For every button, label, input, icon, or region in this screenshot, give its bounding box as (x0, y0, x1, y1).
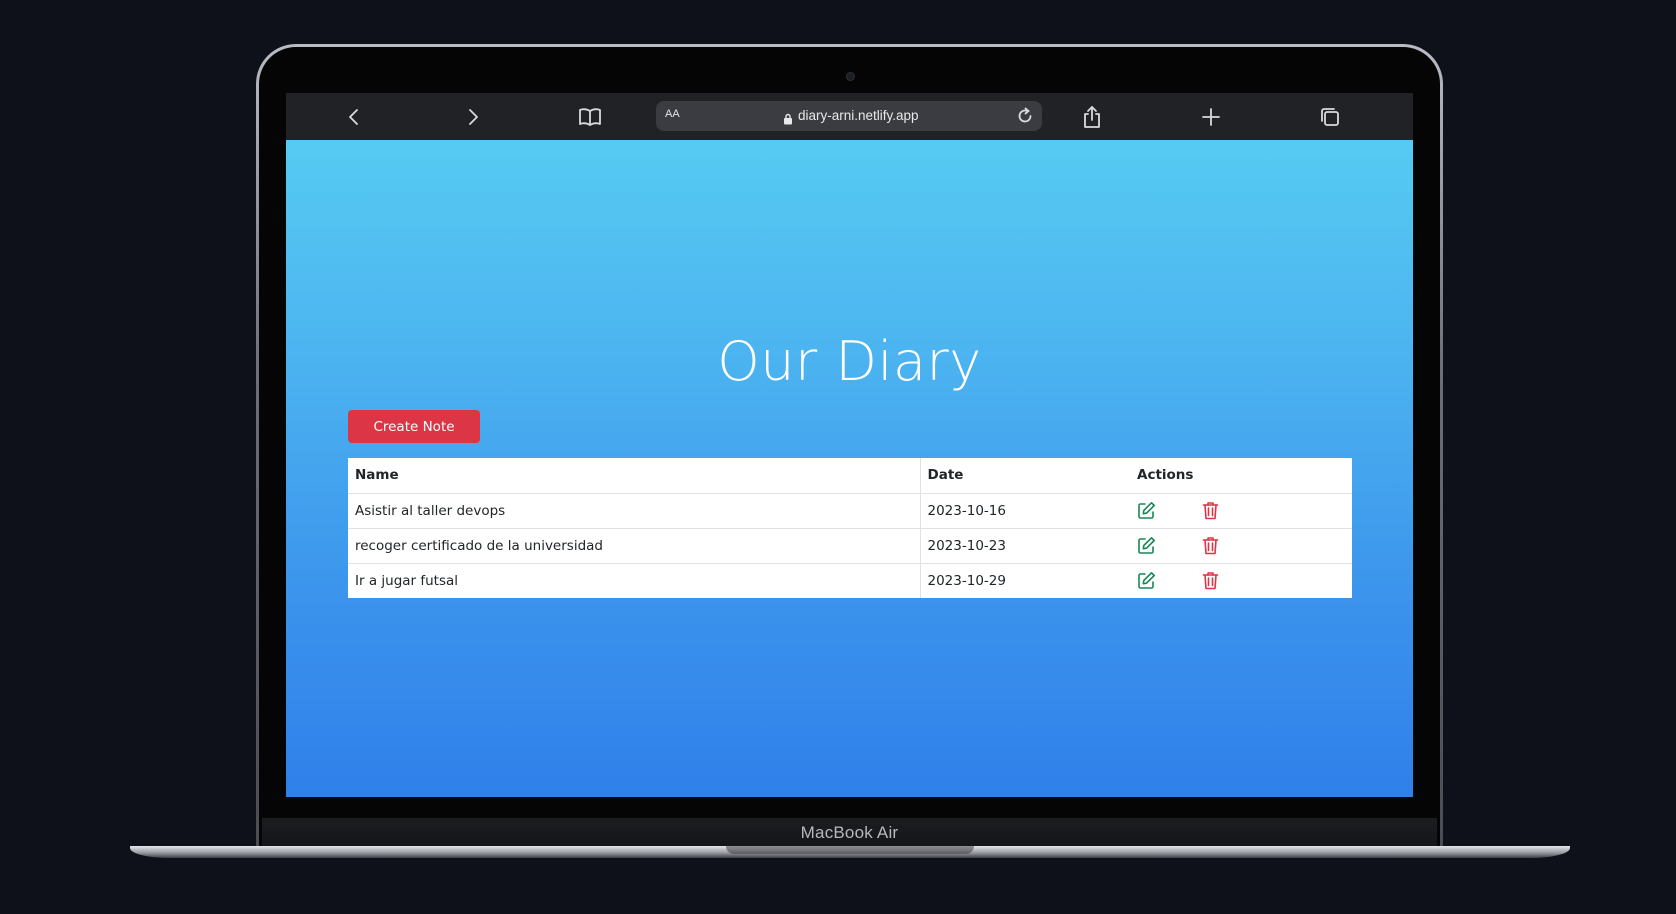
lock-icon (783, 110, 793, 129)
edit-icon[interactable] (1137, 536, 1156, 555)
laptop-chin: MacBook Air (262, 818, 1437, 848)
new-tab-icon[interactable] (1197, 103, 1225, 131)
device-label: MacBook Air (800, 823, 899, 842)
tabs-icon[interactable] (1316, 103, 1344, 131)
note-actions (1130, 493, 1352, 529)
url-text: diary-arni.netlify.app (798, 108, 919, 123)
trash-icon[interactable] (1202, 501, 1219, 520)
trash-icon[interactable] (1202, 571, 1219, 590)
note-name: recoger certificado de la universidad (348, 528, 921, 564)
share-icon[interactable] (1078, 103, 1106, 131)
text-size-button[interactable]: AA (665, 108, 680, 120)
forward-icon[interactable] (459, 103, 487, 131)
page-title: Our Diary (717, 330, 982, 393)
browser-toolbar: AA diary-arni.netlify.app (286, 93, 1413, 140)
note-date: 2023-10-29 (927, 572, 1006, 589)
back-icon[interactable] (340, 103, 368, 131)
note-name: Ir a jugar futsal (348, 563, 921, 598)
note-name: Asistir al taller devops (348, 493, 921, 529)
table-row: recoger certificado de la universidad 20… (348, 528, 1352, 564)
note-date: 2023-10-23 (920, 528, 1130, 564)
column-header-name: Name (348, 458, 921, 494)
camera (846, 72, 855, 81)
notes-table: Name Date Actions Asistir al taller devo… (348, 458, 1352, 598)
page-content: Our Diary Create Note Name Date Actions … (286, 140, 1413, 797)
create-note-button[interactable]: Create Note (348, 410, 480, 443)
note-actions (1130, 528, 1352, 564)
table-row: Ir a jugar futsal 2023-10-29 (348, 563, 1352, 598)
table-header-row: Name Date Actions (348, 458, 1352, 494)
address-bar[interactable]: AA diary-arni.netlify.app (656, 101, 1042, 131)
laptop-hinge-notch (726, 846, 974, 854)
note-date: 2023-10-16 (920, 493, 1130, 529)
edit-icon[interactable] (1137, 571, 1156, 590)
bookmarks-icon[interactable] (576, 103, 604, 131)
reload-icon[interactable] (1014, 105, 1036, 127)
column-header-actions: Actions (1130, 458, 1352, 494)
edit-icon[interactable] (1137, 501, 1156, 520)
table-row: Asistir al taller devops 2023-10-16 (348, 493, 1352, 529)
note-actions (1130, 563, 1352, 598)
laptop-screen: AA diary-arni.netlify.app Our Diary Crea… (286, 93, 1413, 797)
trash-icon[interactable] (1202, 536, 1219, 555)
column-header-date: Date (920, 458, 1130, 494)
